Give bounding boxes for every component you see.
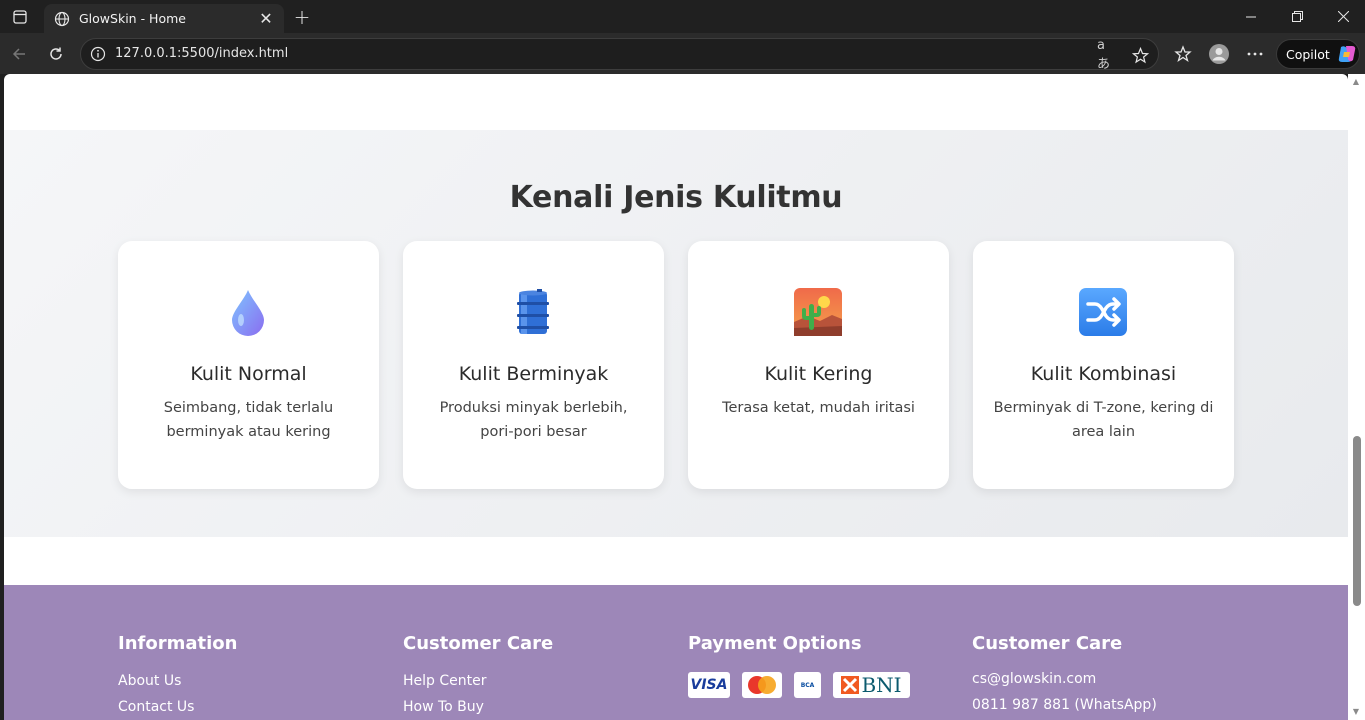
footer-heading: Customer Care (403, 633, 554, 654)
visa-logo: VISA (688, 672, 730, 698)
tab-title: GlowSkin - Home (79, 11, 186, 26)
payment-logos: VISA BCA BNI (688, 672, 948, 698)
card-description: Seimbang, tidak terlalu berminyak atau k… (163, 400, 334, 440)
footer-link-contact[interactable]: Contact Us (118, 698, 378, 720)
scroll-up-icon[interactable]: ▲ (1352, 78, 1360, 86)
minimize-icon[interactable] (1228, 0, 1274, 33)
oil-drum-icon (517, 289, 549, 334)
tab-actions-icon[interactable] (0, 0, 40, 33)
page-viewport: Kenali Jenis Kulitmu Kulit Normal Seimba… (4, 74, 1348, 720)
card-title: Kulit Kering (764, 363, 873, 385)
shuffle-icon (1079, 288, 1127, 336)
new-tab-button[interactable]: + (288, 4, 316, 30)
footer-information-column: Information About Us Contact Us (118, 633, 378, 720)
skin-card-normal[interactable]: Kulit Normal Seimbang, tidak terlalu ber… (118, 241, 379, 489)
section-title: Kenali Jenis Kulitmu (509, 180, 843, 215)
skin-card-oily[interactable]: Kulit Berminyak Produksi minyak berlebih… (403, 241, 664, 489)
site-footer: Information About Us Contact Us Customer… (4, 585, 1348, 720)
profile-avatar[interactable] (1204, 39, 1234, 69)
card-title: Kulit Kombinasi (1030, 363, 1177, 385)
scroll-down-icon[interactable]: ▼ (1352, 708, 1360, 716)
skin-types-section: Kenali Jenis Kulitmu Kulit Normal Seimba… (4, 130, 1348, 537)
globe-icon (54, 11, 70, 26)
copilot-label: Copilot (1286, 46, 1330, 62)
skin-card-dry[interactable]: Kulit Kering Terasa ketat, mudah iritasi (688, 241, 949, 489)
card-title: Kulit Normal (190, 363, 307, 385)
footer-contact-column: Customer Care cs@glowskin.com 0811 987 8… (972, 633, 1232, 720)
footer-email[interactable]: cs@glowskin.com (972, 670, 1232, 696)
reload-icon[interactable] (41, 39, 71, 69)
card-description: Berminyak di T-zone, kering di area lain (993, 400, 1214, 440)
footer-link-help[interactable]: Help Center (403, 672, 663, 698)
back-icon[interactable] (4, 39, 34, 69)
footer-heading: Information (118, 633, 238, 654)
tab-active[interactable]: GlowSkin - Home ✕ (44, 4, 284, 33)
more-menu-icon[interactable] (1240, 39, 1270, 69)
address-bar[interactable]: 127.0.0.1:5500/index.html aあ (80, 38, 1159, 72)
card-description: Produksi minyak berlebih, pori-pori besa… (439, 400, 628, 440)
footer-heading: Payment Options (688, 633, 862, 654)
droplet-icon (232, 290, 264, 336)
footer-heading: Customer Care (972, 633, 1123, 654)
add-favorite-star-icon[interactable] (1130, 45, 1150, 65)
scrollbar-thumb[interactable] (1353, 436, 1361, 606)
url-text[interactable]: 127.0.0.1:5500/index.html (115, 46, 288, 61)
footer-link-about[interactable]: About Us (118, 672, 378, 698)
footer-customer-care-column: Customer Care Help Center How To Buy (403, 633, 663, 720)
copilot-button[interactable]: Copilot (1276, 39, 1360, 69)
footer-link-how-to-buy[interactable]: How To Buy (403, 698, 663, 720)
close-window-icon[interactable] (1320, 0, 1365, 33)
browser-tab-bar: GlowSkin - Home ✕ + (0, 0, 1365, 33)
mastercard-logo (742, 672, 782, 698)
read-aloud-icon[interactable]: aあ (1097, 38, 1117, 72)
footer-payment-column: Payment Options VISA BCA BNI (688, 633, 948, 698)
vertical-scrollbar[interactable]: ▲ ▼ (1348, 74, 1365, 720)
site-info-icon[interactable] (90, 46, 106, 62)
close-tab-icon[interactable]: ✕ (256, 9, 276, 29)
desert-icon (794, 288, 842, 336)
favorites-icon[interactable] (1168, 39, 1198, 69)
card-title: Kulit Berminyak (458, 363, 609, 385)
bni-logo: BNI (833, 672, 910, 698)
footer-phone[interactable]: 0811 987 881 (WhatsApp) (972, 696, 1232, 720)
bca-logo: BCA (794, 672, 821, 698)
card-description: Terasa ketat, mudah iritasi (722, 400, 915, 416)
restore-icon[interactable] (1274, 0, 1320, 33)
skin-card-combination[interactable]: Kulit Kombinasi Berminyak di T-zone, ker… (973, 241, 1234, 489)
copilot-logo-icon (1338, 46, 1356, 62)
